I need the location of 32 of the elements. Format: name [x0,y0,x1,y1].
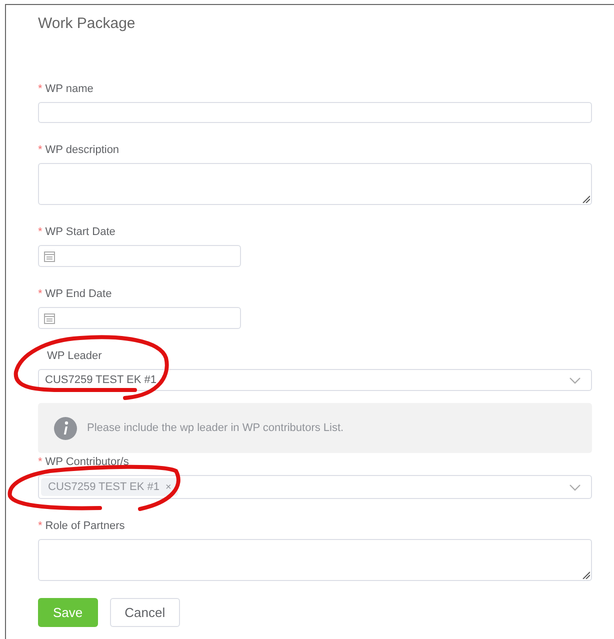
save-button[interactable]: Save [38,598,98,627]
resize-handle-icon[interactable] [582,195,590,203]
select-value: CUS7259 TEST EK #1 [45,372,156,388]
field-label: WP name [45,82,94,97]
calendar-icon [44,250,55,262]
required-asterisk: * [38,286,42,302]
input-field[interactable] [38,102,592,123]
resize-handle-icon[interactable] [582,571,590,579]
chevron-down-icon [569,484,581,490]
required-asterisk: * [38,142,42,158]
required-asterisk: * [38,454,42,470]
chevron-down-icon [569,376,581,384]
required-asterisk: * [38,224,42,240]
calendar-icon [44,312,55,324]
date-field[interactable] [38,307,241,329]
field-label: WP Leader [47,348,102,364]
cancel-button[interactable]: Cancel [110,598,180,627]
required-asterisk: * [38,518,42,534]
field-label: WP description [45,142,120,158]
tag-text: CUS7259 TEST EK #1 [48,480,160,495]
date-field[interactable] [38,245,241,267]
select-field[interactable]: CUS7259 TEST EK #1 [38,369,592,391]
field-label: WP Start Date [45,224,116,240]
field-label: WP End Date [45,286,112,302]
info-icon [54,416,77,440]
required-asterisk: * [38,82,42,97]
notice-text: Please include the wp leader in WP contributors List. [87,420,344,436]
page-title: Work Package [38,14,136,34]
multi-select-field[interactable]: CUS7259 TEST EK #1 × [38,475,592,499]
field-label: WP Contributor/s [45,454,129,470]
field-label: Role of Partners [45,518,125,534]
remove-tag-button[interactable]: × [166,480,172,494]
